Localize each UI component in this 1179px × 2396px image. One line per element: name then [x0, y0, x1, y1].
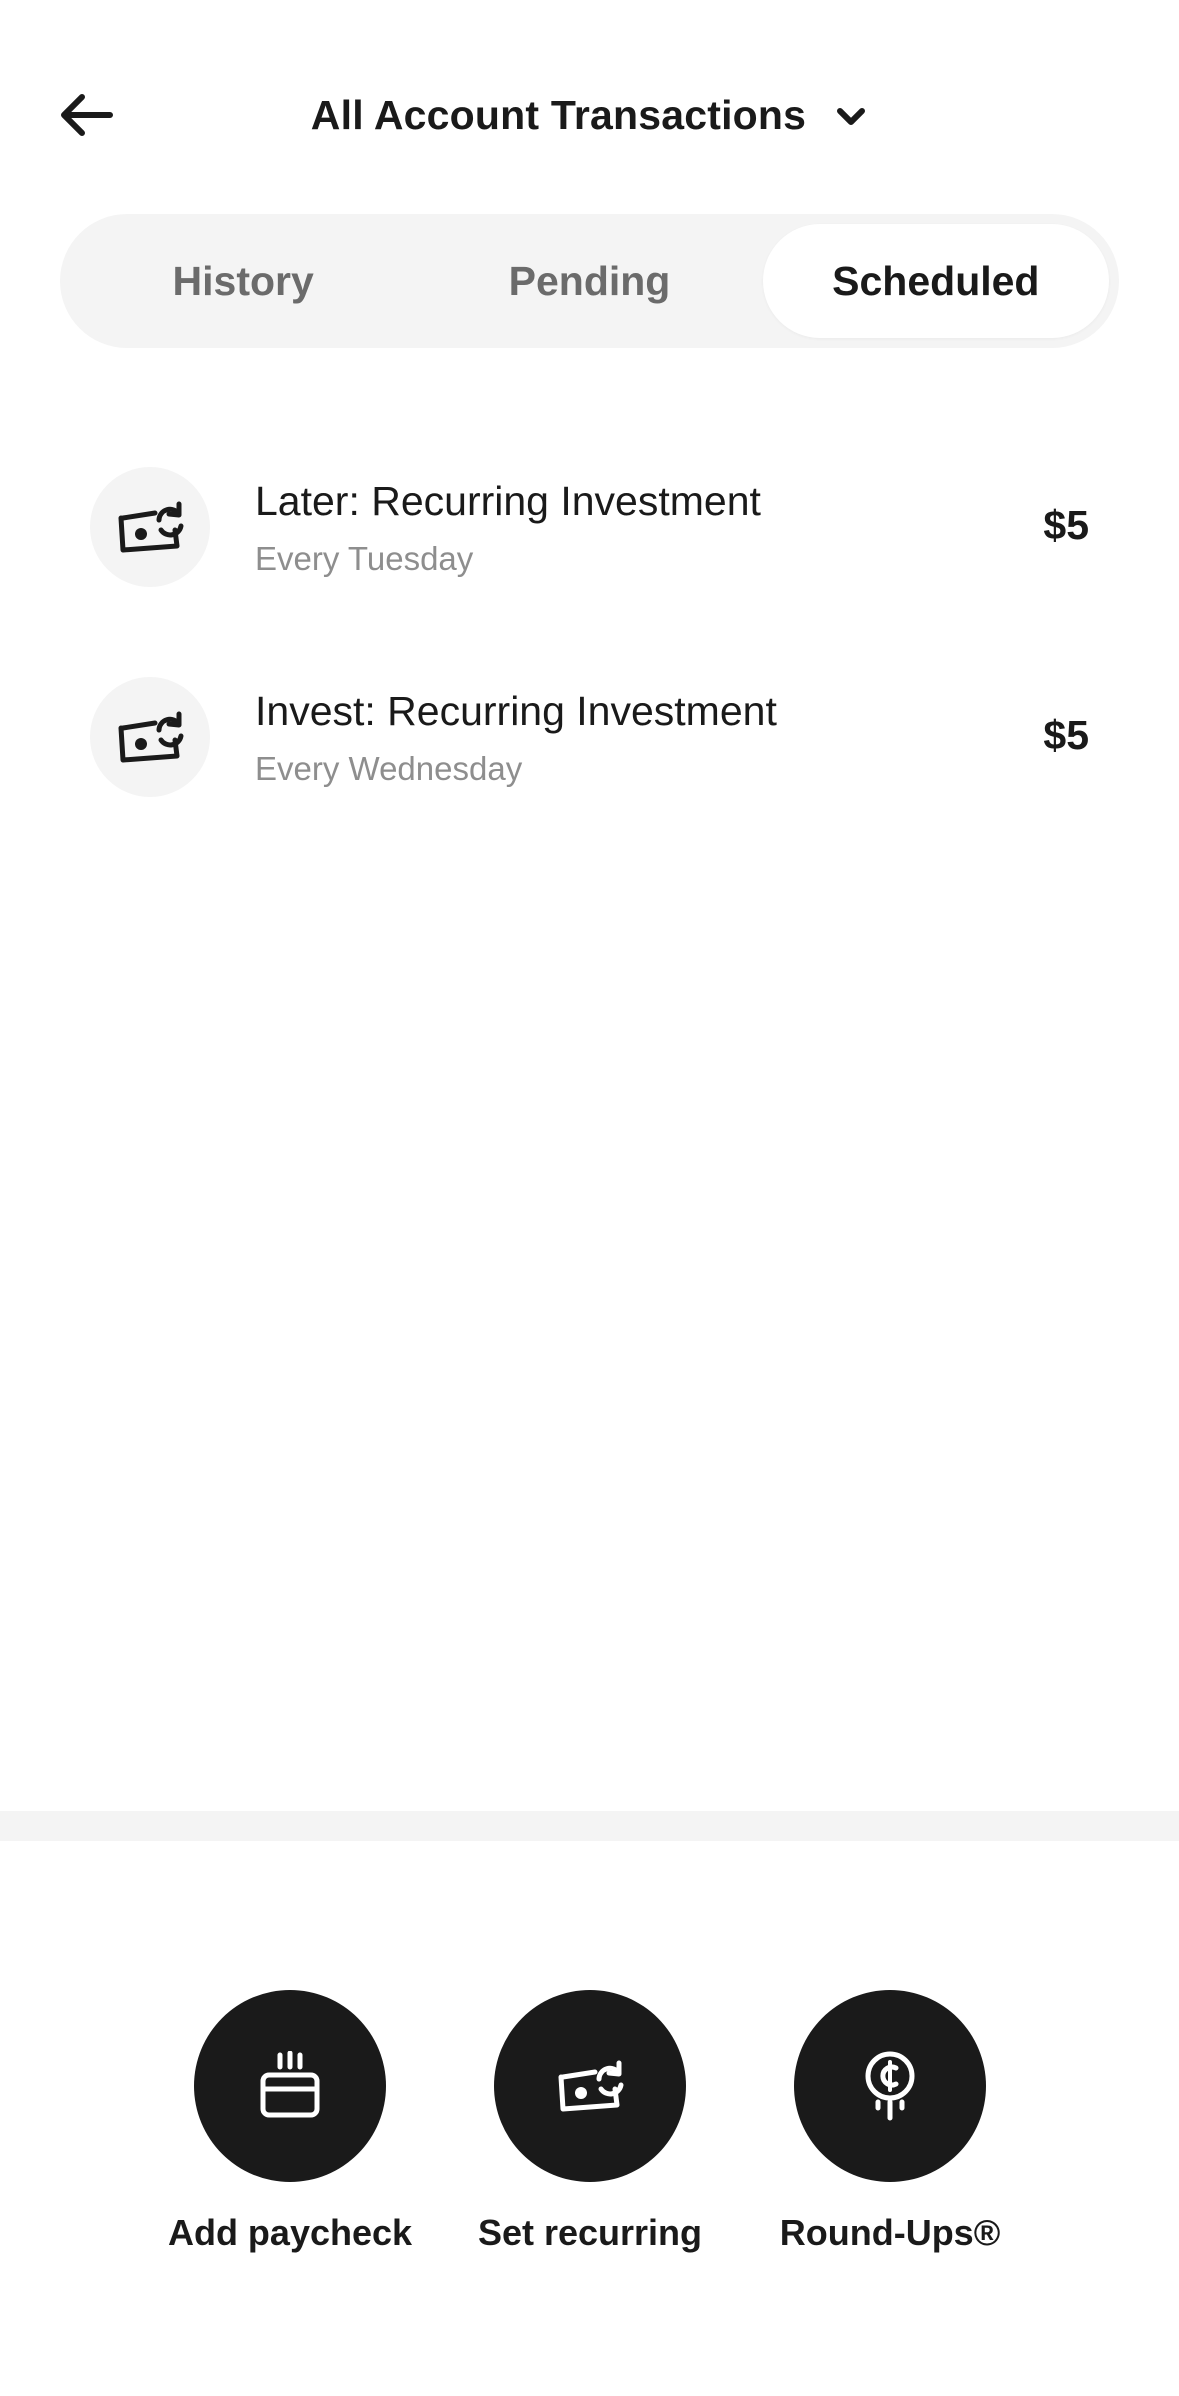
- set-recurring-button[interactable]: Set recurring: [440, 1990, 740, 2290]
- tab-history[interactable]: History: [70, 224, 416, 338]
- transactions-screen: All Account Transactions History Pending…: [0, 0, 1179, 2396]
- transaction-tabs: History Pending Scheduled: [60, 214, 1119, 348]
- transaction-schedule: Every Wednesday: [255, 750, 523, 787]
- list-item[interactable]: Later: Recurring Investment Every Tuesda…: [0, 430, 1179, 640]
- list-item[interactable]: Invest: Recurring Investment Every Wedne…: [0, 640, 1179, 850]
- quick-actions: Add paycheck Set recurring Round-Ups®: [0, 1990, 1179, 2290]
- add-paycheck-button[interactable]: Add paycheck: [140, 1990, 440, 2290]
- transaction-title: Later: Recurring Investment: [255, 478, 761, 524]
- set-recurring-label: Set recurring: [477, 2212, 703, 2253]
- round-ups-coin-icon: [794, 1990, 986, 2182]
- account-selector[interactable]: All Account Transactions: [0, 78, 1179, 152]
- transaction-title: Invest: Recurring Investment: [255, 688, 777, 734]
- recurring-money-icon: [494, 1990, 686, 2182]
- header: All Account Transactions: [0, 0, 1179, 230]
- page-title: All Account Transactions: [310, 91, 807, 138]
- tab-pending[interactable]: Pending: [416, 224, 762, 338]
- round-ups-button[interactable]: Round-Ups®: [740, 1990, 1040, 2290]
- transaction-amount: $5: [1043, 712, 1089, 758]
- chevron-down-icon: [834, 100, 868, 134]
- transaction-amount: $5: [1043, 502, 1089, 548]
- round-ups-label: Round-Ups®: [779, 2212, 1001, 2253]
- recurring-money-icon: [90, 677, 210, 797]
- paycheck-icon: [194, 1990, 386, 2182]
- section-divider: [0, 1811, 1179, 1841]
- add-paycheck-label: Add paycheck: [167, 2212, 413, 2253]
- scheduled-list: Later: Recurring Investment Every Tuesda…: [0, 430, 1179, 850]
- recurring-money-icon: [90, 467, 210, 587]
- transaction-schedule: Every Tuesday: [255, 540, 474, 577]
- tab-scheduled[interactable]: Scheduled: [762, 224, 1109, 338]
